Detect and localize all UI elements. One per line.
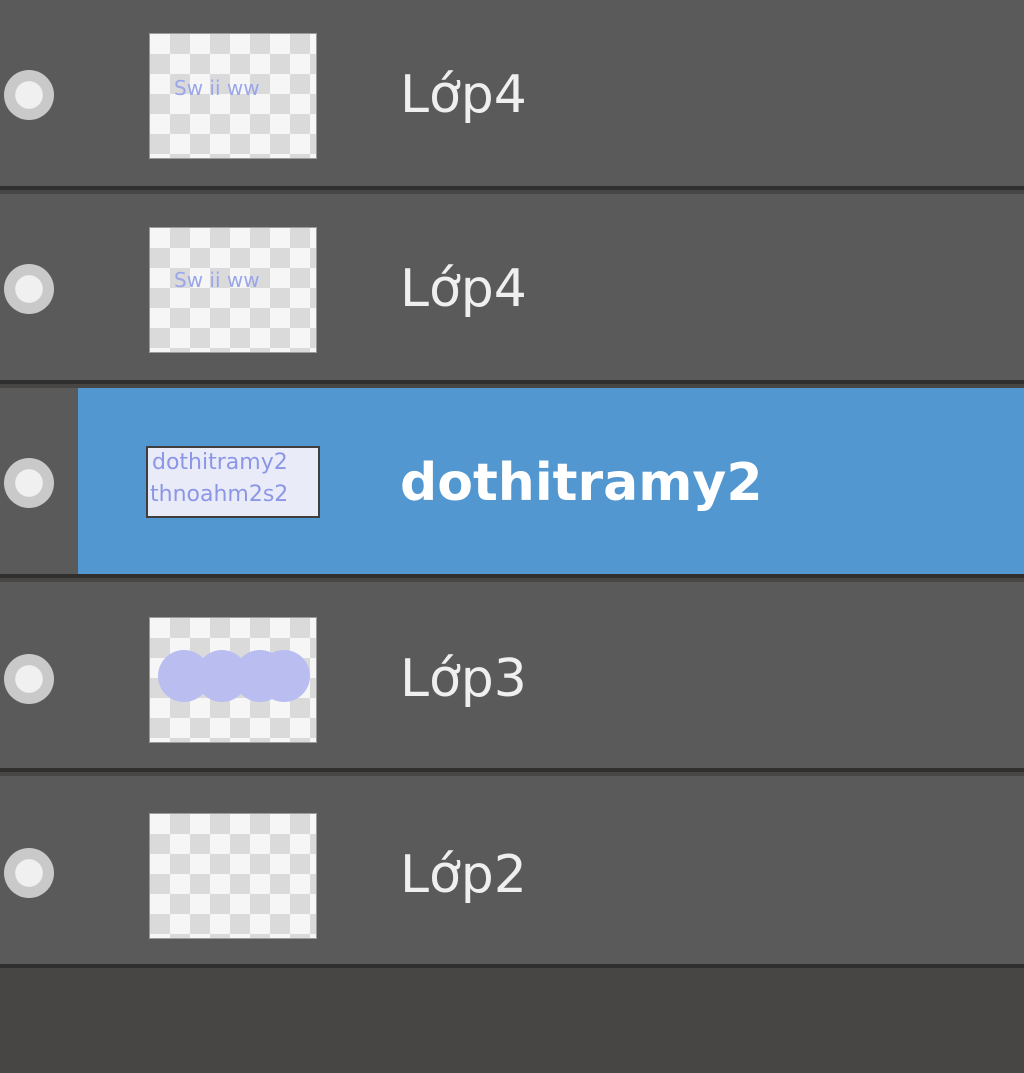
layer-thumbnail xyxy=(150,814,316,938)
layer-thumbnail: dothitramy2 thnoahm2s2 xyxy=(148,448,318,516)
layer-row[interactable]: Lớp2 xyxy=(0,776,1024,968)
layer-thumbnail: Sw ii ww xyxy=(150,34,316,158)
visibility-toggle-icon[interactable] xyxy=(4,654,54,704)
layer-name[interactable]: Lớp3 xyxy=(400,646,527,712)
layer-row[interactable]: Sw ii ww Lớp4 xyxy=(0,0,1024,190)
layers-panel: Sw ii ww Lớp4 Sw ii ww Lớp4 dothitramy2 … xyxy=(0,0,1024,1073)
empty-panel-area xyxy=(0,968,1024,1073)
thumbnail-text: dothitramy2 xyxy=(152,450,288,475)
thumbnail-shapes xyxy=(158,650,310,702)
layer-name[interactable]: dothitramy2 xyxy=(400,450,763,516)
layer-name[interactable]: Lớp4 xyxy=(400,62,527,128)
thumbnail-text: Sw ii ww xyxy=(174,76,260,100)
layer-thumbnail: Sw ii ww xyxy=(150,228,316,352)
shape xyxy=(258,650,310,702)
layer-row-selected[interactable]: dothitramy2 thnoahm2s2 dothitramy2 xyxy=(0,388,1024,578)
layer-thumbnail xyxy=(150,618,316,742)
visibility-toggle-icon[interactable] xyxy=(4,70,54,120)
layer-name[interactable]: Lớp4 xyxy=(400,256,527,322)
visibility-toggle-icon[interactable] xyxy=(4,264,54,314)
layer-row[interactable]: Lớp3 xyxy=(0,582,1024,772)
layer-row[interactable]: Sw ii ww Lớp4 xyxy=(0,194,1024,384)
visibility-toggle-icon[interactable] xyxy=(4,458,54,508)
thumbnail-text: Sw ii ww xyxy=(174,268,260,292)
layer-name[interactable]: Lớp2 xyxy=(400,842,527,908)
thumbnail-text: thnoahm2s2 xyxy=(150,482,289,507)
visibility-toggle-icon[interactable] xyxy=(4,848,54,898)
